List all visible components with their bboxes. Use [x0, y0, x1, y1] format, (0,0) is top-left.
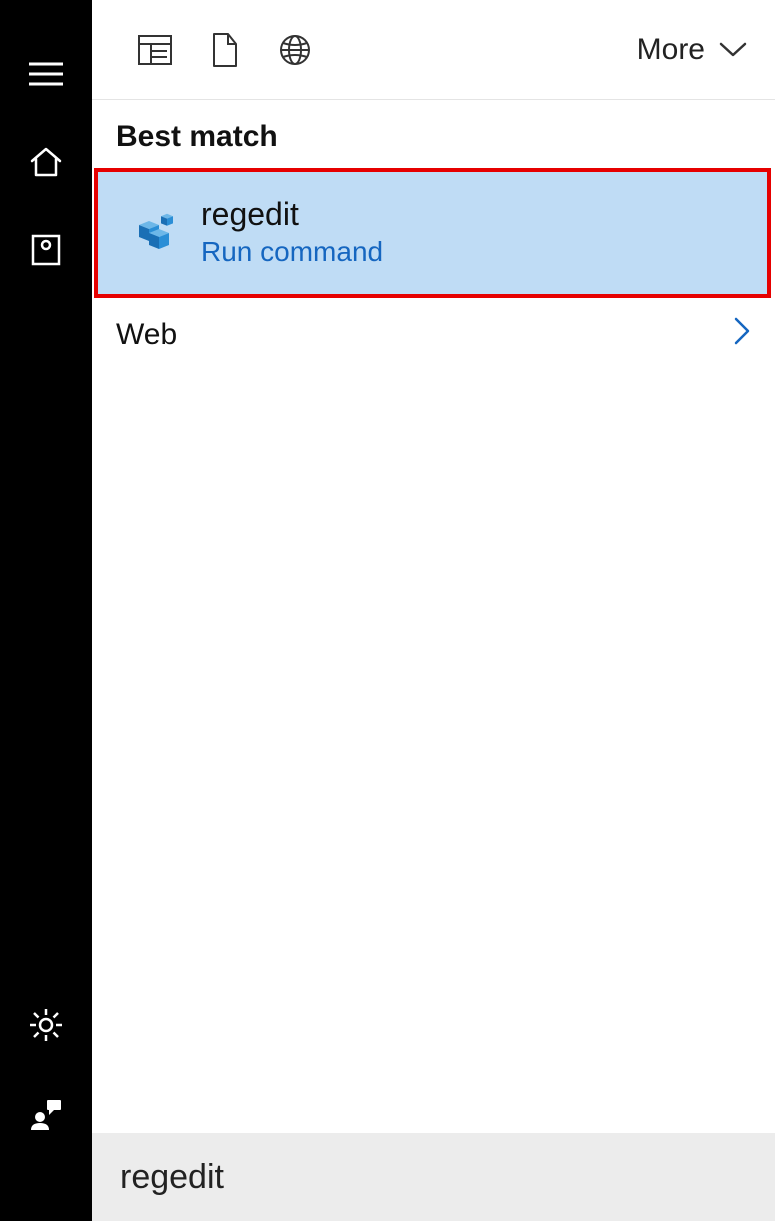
- result-title: regedit: [201, 197, 383, 232]
- feedback-button[interactable]: [0, 1073, 92, 1153]
- filter-apps-button[interactable]: [120, 20, 190, 80]
- hamburger-icon: [29, 62, 63, 86]
- web-category-label: Web: [116, 318, 177, 352]
- globe-icon: [278, 33, 312, 67]
- start-sidebar: [0, 0, 92, 1221]
- hamburger-menu-button[interactable]: [0, 34, 92, 114]
- more-filters-button[interactable]: More: [633, 20, 751, 80]
- home-icon: [29, 146, 63, 178]
- best-match-heading: Best match: [92, 100, 775, 168]
- apps-filter-icon: [137, 34, 173, 66]
- person-chat-icon: [29, 1096, 63, 1130]
- web-category-row[interactable]: Web: [92, 304, 775, 366]
- chevron-down-icon: [719, 42, 747, 58]
- search-input[interactable]: [118, 1157, 775, 1198]
- result-regedit[interactable]: regedit Run command: [94, 168, 771, 298]
- filter-row: More: [92, 0, 775, 100]
- regedit-icon: [123, 203, 183, 263]
- search-results-panel: More Best match: [92, 0, 775, 1221]
- search-box[interactable]: [92, 1133, 775, 1221]
- documents-filter-icon: [210, 32, 240, 68]
- settings-button[interactable]: [0, 985, 92, 1065]
- onedrive-button[interactable]: [0, 210, 92, 290]
- result-subtitle: Run command: [201, 234, 383, 269]
- result-text: regedit Run command: [201, 197, 383, 269]
- chevron-right-icon: [733, 316, 751, 354]
- onedrive-icon: [31, 234, 61, 266]
- filter-web-button[interactable]: [260, 20, 330, 80]
- home-button[interactable]: [0, 122, 92, 202]
- more-label: More: [637, 33, 705, 67]
- filter-documents-button[interactable]: [190, 20, 260, 80]
- gear-icon: [29, 1008, 63, 1042]
